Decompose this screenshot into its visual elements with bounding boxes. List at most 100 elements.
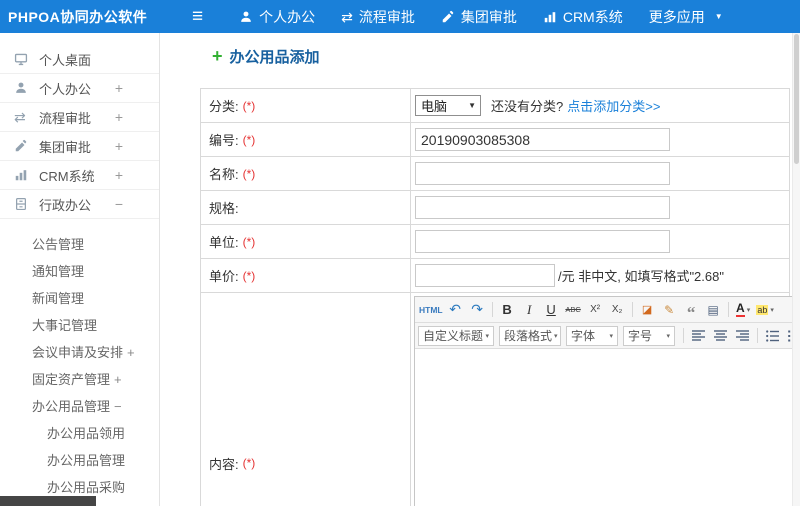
- sidebar-item-supplies-claim[interactable]: 办公用品领用: [0, 420, 159, 447]
- select-caret-icon: ▼: [468, 101, 476, 110]
- code-label: 编号: (*): [201, 123, 411, 156]
- table-button[interactable]: ▤: [703, 299, 724, 320]
- bold-button[interactable]: B: [497, 299, 518, 320]
- underline-button[interactable]: U: [541, 299, 562, 320]
- caret-down-icon: ▾: [609, 332, 613, 340]
- toolbar-separator: [631, 302, 633, 317]
- heading-select[interactable]: 自定义标题 ▾: [418, 325, 494, 346]
- top-bar: PHPOA协同办公软件 ≡ 个人办公 ⇄ 流程审批 集团审批 CRM系统 更多应…: [0, 0, 800, 33]
- editor-toolbar-row2: 自定义标题 ▾ 段落格式 ▾ 字体 ▾ 字号 ▾: [415, 323, 800, 349]
- price-row: 单价: (*) /元 非中文, 如填写格式"2.68": [201, 259, 789, 293]
- caret-down-icon: ▾: [485, 332, 489, 340]
- price-input[interactable]: [415, 264, 555, 287]
- sidebar-item-crm[interactable]: CRM系统 +: [0, 161, 159, 190]
- unit-label: 单位: (*): [201, 225, 411, 258]
- nav-label: 更多应用: [648, 8, 705, 25]
- blockquote-button[interactable]: “: [681, 299, 702, 321]
- edit-icon: [441, 10, 455, 24]
- sidebar-item-fixed-assets[interactable]: 固定资产管理 +: [0, 366, 159, 393]
- admin-office-submenu: 公告管理 通知管理 新闻管理 大事记管理 会议申请及安排 + 固定资产管理 + 办公…: [0, 219, 159, 501]
- sidebar-item-office-supplies-mgmt[interactable]: 办公用品管理 −: [0, 393, 159, 420]
- nav-crm[interactable]: CRM系统: [543, 7, 623, 27]
- caret-down-icon: ▾: [746, 306, 751, 314]
- subscript-button[interactable]: X₂: [607, 299, 628, 320]
- html-source-button[interactable]: HTML: [418, 299, 444, 320]
- align-center-button[interactable]: [710, 325, 731, 346]
- status-popup: [0, 496, 96, 506]
- category-row: 分类: (*) 电脑 ▼ 还没有分类? 点击添加分类>>: [201, 89, 789, 123]
- unit-input[interactable]: [415, 230, 670, 253]
- sidebar-item-desktop[interactable]: 个人桌面: [0, 45, 159, 74]
- spec-row: 规格:: [201, 191, 789, 225]
- app-logo[interactable]: PHPOA协同办公软件: [0, 7, 160, 27]
- eraser-button[interactable]: ◪: [637, 299, 658, 320]
- editor-content[interactable]: [415, 349, 800, 506]
- sidebar-item-group-approval[interactable]: 集团审批 +: [0, 132, 159, 161]
- highlight-button[interactable]: ab ▾: [755, 299, 776, 320]
- page-scrollbar[interactable]: [792, 33, 800, 506]
- page-title: 办公用品添加: [229, 48, 320, 66]
- redo-button[interactable]: ↷: [467, 299, 488, 320]
- menu-toggle-icon[interactable]: ≡: [192, 7, 203, 26]
- expander-plus-icon: +: [114, 109, 123, 125]
- sidebar-item-admin-office[interactable]: 行政办公 −: [0, 190, 159, 219]
- expander-plus-icon: +: [114, 80, 123, 96]
- code-input[interactable]: [415, 128, 670, 151]
- sidebar: 个人桌面 个人办公 + ⇄ 流程审批 + 集团审批 + CRM系统 + 行政办公…: [0, 33, 160, 506]
- unordered-list-button[interactable]: [762, 325, 783, 346]
- unit-value-cell: [411, 225, 789, 258]
- scrollbar-thumb[interactable]: [794, 34, 799, 164]
- editor-toolbar-row1: HTML ↶ ↷ B I U ABC X² X₂ ◪ ✎ “ ▤ A ▾ ab …: [415, 297, 800, 323]
- toolbar-separator: [727, 302, 729, 317]
- unordered-list-icon: [766, 329, 779, 342]
- sidebar-item-workflow-approval[interactable]: ⇄ 流程审批 +: [0, 103, 159, 132]
- align-left-button[interactable]: [688, 325, 709, 346]
- font-color-button[interactable]: A ▾: [733, 299, 754, 320]
- font-select[interactable]: 字体 ▾: [566, 325, 618, 346]
- nav-group-approval[interactable]: 集团审批: [441, 7, 517, 27]
- workflow-icon: ⇄: [341, 8, 353, 25]
- workflow-icon: ⇄: [14, 109, 26, 125]
- required-mark: (*): [242, 456, 256, 470]
- code-value-cell: [411, 123, 789, 156]
- sidebar-item-announcement-mgmt[interactable]: 公告管理: [0, 231, 159, 258]
- name-value-cell: [411, 157, 789, 190]
- person-icon: [239, 10, 253, 24]
- sidebar-item-personal-office[interactable]: 个人办公 +: [0, 74, 159, 103]
- sidebar-item-supplies-manage[interactable]: 办公用品管理: [0, 447, 159, 474]
- nav-workflow-approval[interactable]: ⇄ 流程审批: [341, 7, 415, 27]
- category-label: 分类: (*): [201, 89, 411, 122]
- add-icon: +: [212, 46, 223, 66]
- required-mark: (*): [242, 166, 256, 181]
- expander-minus-icon: −: [114, 196, 123, 212]
- name-input[interactable]: [415, 162, 670, 185]
- align-left-icon: [692, 329, 705, 341]
- sidebar-item-news-mgmt[interactable]: 新闻管理: [0, 285, 159, 312]
- add-category-link[interactable]: 点击添加分类>>: [567, 96, 660, 115]
- page-title-row: + 办公用品添加: [212, 46, 790, 66]
- font-size-select[interactable]: 字号 ▾: [623, 325, 675, 346]
- spec-value-cell: [411, 191, 789, 224]
- nav-personal-office[interactable]: 个人办公: [239, 7, 315, 27]
- superscript-button[interactable]: X²: [585, 299, 606, 320]
- align-right-button[interactable]: [732, 325, 753, 346]
- unit-row: 单位: (*): [201, 225, 789, 259]
- edit-icon: [14, 139, 30, 153]
- undo-button[interactable]: ↶: [445, 299, 466, 320]
- spec-input[interactable]: [415, 196, 670, 219]
- toolbar-separator: [757, 328, 758, 343]
- name-row: 名称: (*): [201, 157, 789, 191]
- paragraph-format-select[interactable]: 段落格式 ▾: [499, 325, 561, 346]
- sidebar-item-meeting-request[interactable]: 会议申请及安排 +: [0, 339, 159, 366]
- nav-more-apps[interactable]: 更多应用 ▼: [649, 7, 723, 27]
- sidebar-item-memorabilia-mgmt[interactable]: 大事记管理: [0, 312, 159, 339]
- sidebar-item-label: 流程审批: [39, 110, 92, 126]
- sidebar-item-notice-mgmt[interactable]: 通知管理: [0, 258, 159, 285]
- category-value-cell: 电脑 ▼ 还没有分类? 点击添加分类>>: [411, 89, 789, 122]
- category-select[interactable]: 电脑 ▼: [415, 95, 481, 116]
- sidebar-item-label: 行政办公: [39, 197, 92, 213]
- italic-button[interactable]: I: [519, 299, 540, 320]
- strikethrough-button[interactable]: ABC: [563, 299, 584, 320]
- nav-label: 个人办公: [259, 8, 316, 25]
- format-painter-button[interactable]: ✎: [659, 299, 680, 320]
